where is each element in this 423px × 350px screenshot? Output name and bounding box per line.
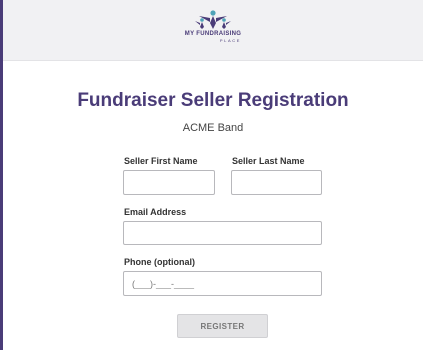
register-button[interactable]: REGISTER — [177, 314, 268, 338]
page-subtitle: ACME Band — [182, 122, 244, 134]
email-label: Email Address — [124, 207, 187, 217]
fundraising-figures-icon — [195, 10, 231, 29]
first-name-input[interactable] — [123, 170, 215, 195]
email-input[interactable] — [123, 221, 322, 245]
logo: MY FUNDRAISING PLACE — [153, 10, 273, 43]
logo-text: MY FUNDRAISING — [184, 31, 242, 37]
logo-subtext: PLACE — [219, 38, 241, 43]
page-title: Fundraiser Seller Registration — [77, 90, 349, 111]
page-header: MY FUNDRAISING PLACE — [3, 0, 423, 61]
last-name-label: Seller Last Name — [232, 156, 305, 166]
phone-input[interactable] — [123, 271, 322, 296]
first-name-label: Seller First Name — [124, 156, 198, 166]
last-name-input[interactable] — [231, 170, 322, 195]
phone-label: Phone (optional) — [124, 257, 195, 267]
